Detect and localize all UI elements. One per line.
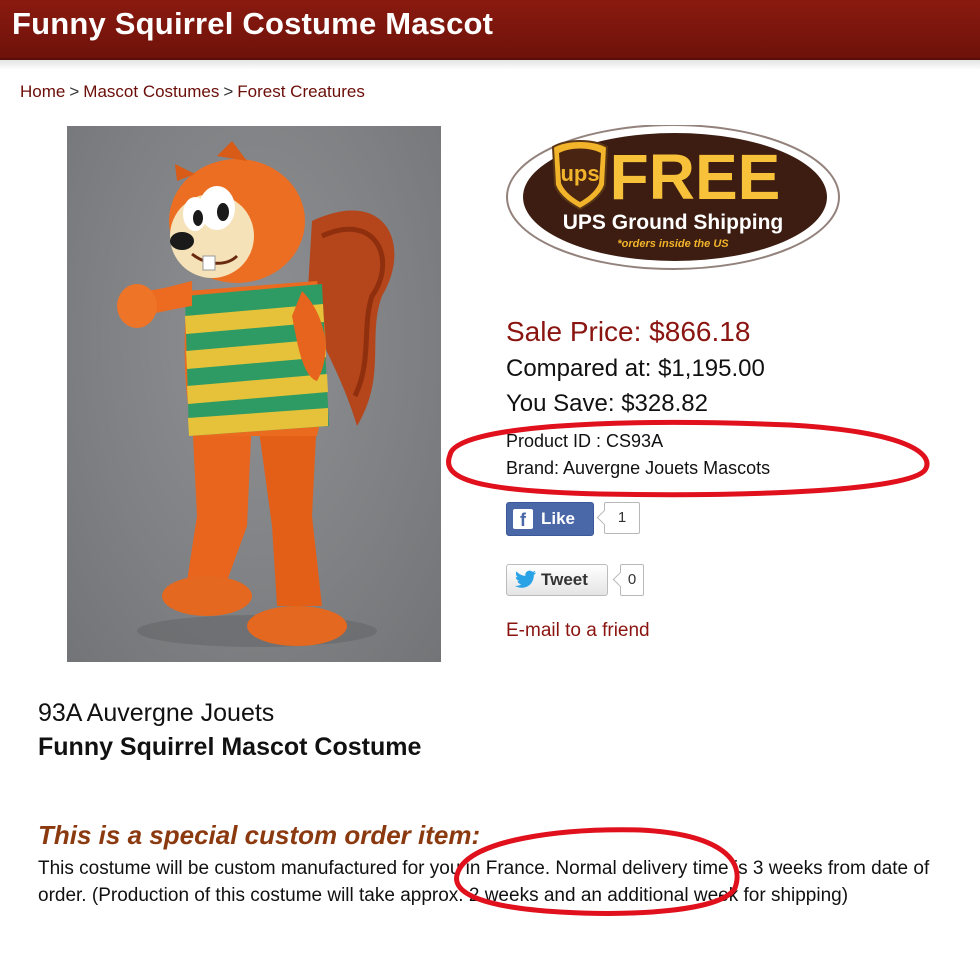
custom-order-heading: This is a special custom order item: bbox=[38, 820, 481, 850]
twitter-bird-icon bbox=[515, 570, 537, 593]
page-header: Funny Squirrel Costume Mascot bbox=[0, 0, 980, 60]
badge-headline: FREE bbox=[610, 141, 781, 213]
tweet-count: 0 bbox=[620, 564, 644, 596]
squirrel-mascot-illustration bbox=[117, 141, 395, 647]
breadcrumb-separator: > bbox=[223, 82, 234, 101]
badge-line2: *orders inside the US bbox=[617, 238, 729, 250]
like-label: Like bbox=[541, 509, 576, 528]
compared-price: Compared at: $1,195.00 bbox=[506, 355, 765, 382]
facebook-like-button[interactable]: f Like bbox=[506, 502, 594, 536]
sale-price: Sale Price: $866.18 bbox=[506, 316, 751, 347]
like-count: 1 bbox=[604, 502, 640, 534]
facebook-icon: f bbox=[513, 509, 533, 530]
breadcrumb-home[interactable]: Home bbox=[20, 82, 65, 101]
product-subtitle: 93A Auvergne Jouets bbox=[38, 699, 275, 727]
brand: Brand: Auvergne Jouets Mascots bbox=[506, 458, 771, 478]
custom-order-description: This costume will be custom manufactured… bbox=[38, 858, 930, 906]
breadcrumb-forest-creatures[interactable]: Forest Creatures bbox=[237, 82, 365, 101]
breadcrumb: Home > Mascot Costumes > Forest Creatures bbox=[20, 82, 365, 102]
product-id: Product ID : CS93A bbox=[506, 431, 664, 451]
breadcrumb-mascot-costumes[interactable]: Mascot Costumes bbox=[83, 82, 219, 101]
breadcrumb-separator: > bbox=[69, 82, 80, 101]
product-title: Funny Squirrel Mascot Costume bbox=[38, 733, 422, 761]
header-shadow bbox=[0, 60, 980, 70]
product-image[interactable] bbox=[67, 126, 441, 662]
ups-logo-text: ups bbox=[560, 161, 599, 186]
tweet-button[interactable]: Tweet bbox=[506, 564, 608, 596]
free-shipping-badge: ups FREE UPS Ground Shipping *orders ins… bbox=[505, 124, 845, 275]
page-title: Funny Squirrel Costume Mascot bbox=[12, 6, 494, 41]
tweet-label: Tweet bbox=[541, 570, 588, 589]
email-friend-link[interactable]: E-mail to a friend bbox=[506, 620, 650, 642]
savings-amount: You Save: $328.82 bbox=[506, 390, 708, 417]
badge-line1: UPS Ground Shipping bbox=[563, 211, 783, 234]
